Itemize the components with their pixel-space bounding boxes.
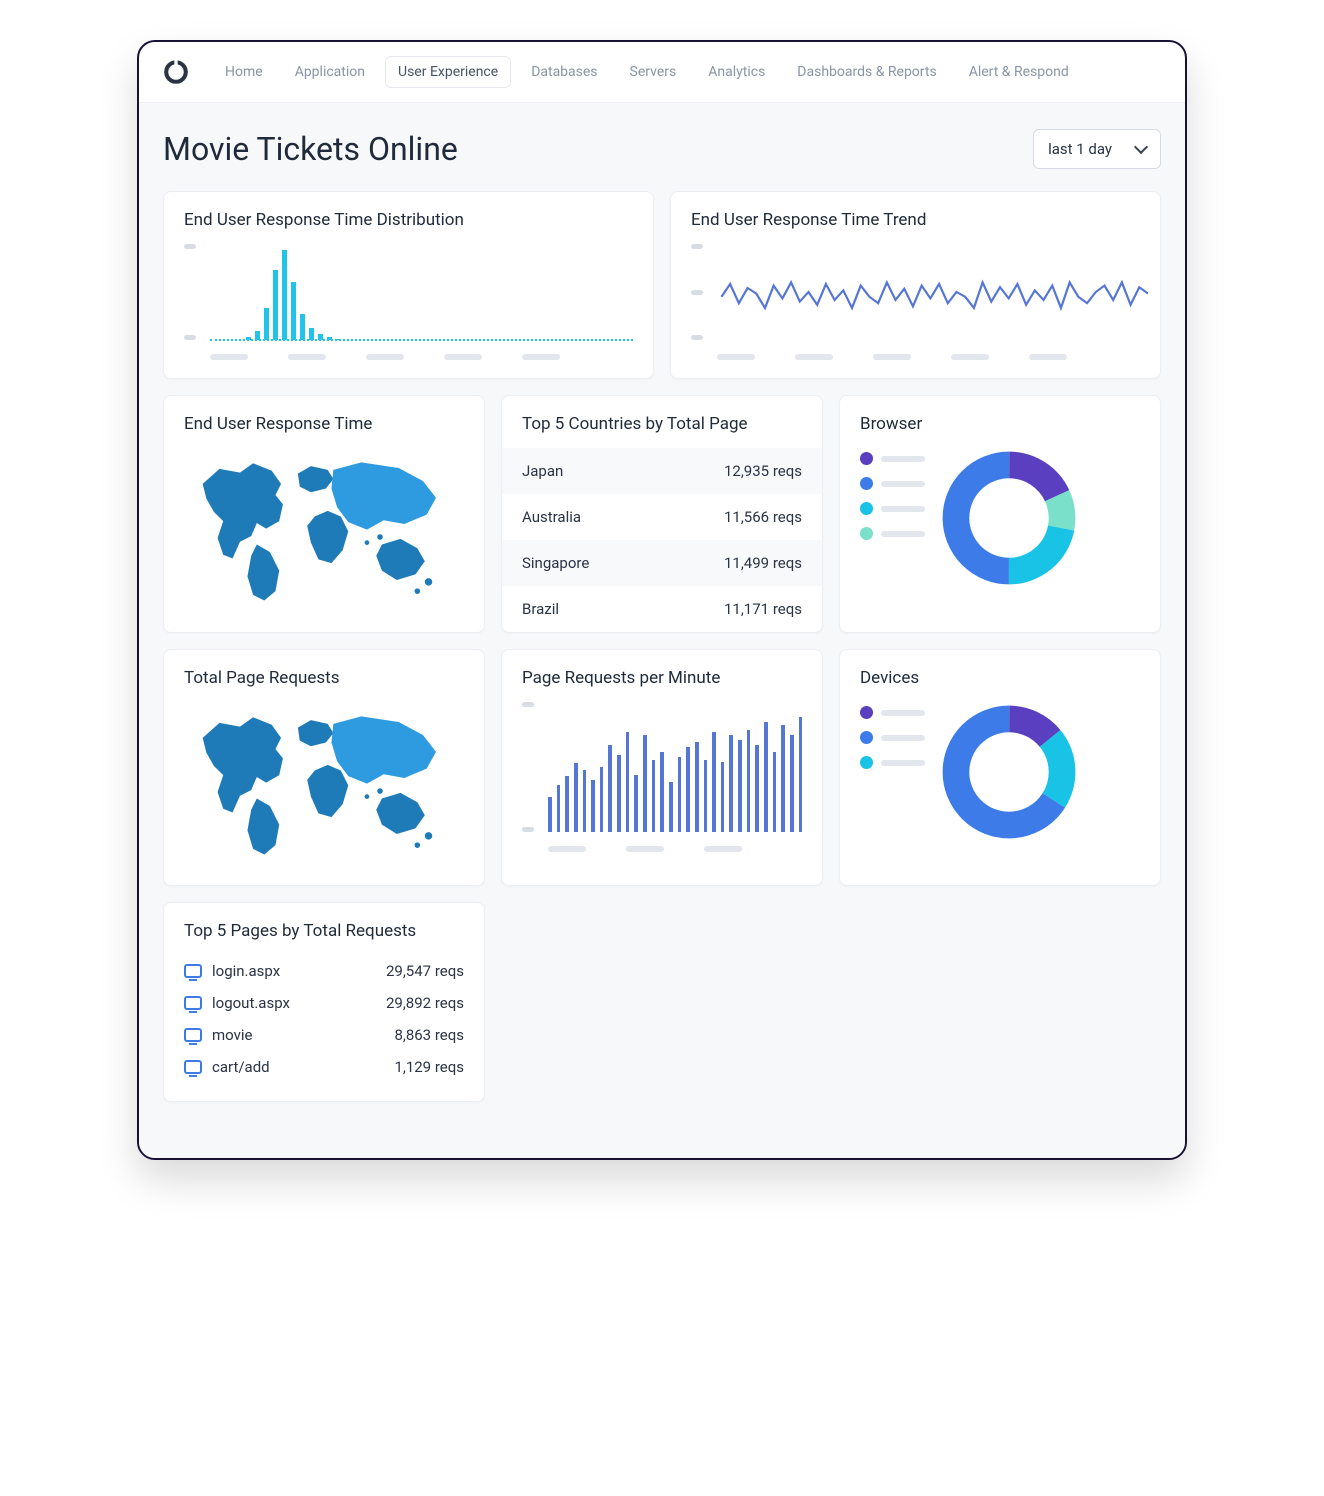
legend-item [860,756,925,769]
legend-item [860,452,925,465]
page-value: 29,547 reqs [386,962,464,980]
card-title: End User Response Time Trend [691,210,1140,230]
country-value: 11,499 reqs [724,554,802,572]
list-item[interactable]: cart/add 1,129 reqs [184,1051,464,1083]
list-item[interactable]: login.aspx 29,547 reqs [184,955,464,987]
table-row[interactable]: Singapore 11,499 reqs [502,540,822,586]
card-title: Page Requests per Minute [522,668,802,688]
country-value: 12,935 reqs [724,462,802,480]
monitor-icon [184,996,202,1010]
legend-label-placeholder [881,735,925,741]
card-response-map: End User Response Time [163,395,485,633]
nav-item-application[interactable]: Application [283,57,377,87]
legend-item [860,731,925,744]
legend-dot-icon [860,452,873,465]
country-name: Australia [522,508,581,526]
list-item[interactable]: logout.aspx 29,892 reqs [184,987,464,1019]
rpm-chart [522,702,802,832]
legend-item [860,502,925,515]
legend-label-placeholder [881,506,925,512]
world-map-icon [184,448,464,613]
top-nav: Home Application User Experience Databases S… [139,42,1185,103]
page-title: Movie Tickets Online [163,130,458,168]
card-top-countries: Top 5 Countries by Total Page Japan 12,93… [501,395,823,633]
card-total-requests-map: Total Page Requests [163,649,485,886]
dist-chart [184,244,633,340]
nav-item-servers[interactable]: Servers [618,57,689,87]
page-name: cart/add [212,1058,270,1076]
legend-dot-icon [860,527,873,540]
monitor-icon [184,964,202,978]
monitor-icon [184,1028,202,1042]
legend-item [860,477,925,490]
page-value: 1,129 reqs [394,1058,464,1076]
card-title: Total Page Requests [184,668,464,688]
table-row[interactable]: Brazil 11,171 reqs [502,586,822,632]
world-map-icon [184,702,464,867]
country-value: 11,566 reqs [724,508,802,526]
country-name: Singapore [522,554,589,572]
time-range-select[interactable]: last 1 day [1033,129,1161,169]
time-range-label: last 1 day [1048,140,1112,158]
card-title: Top 5 Countries by Total Page [502,414,822,434]
card-title: Devices [860,668,1140,688]
monitor-icon [184,1060,202,1074]
legend-label-placeholder [881,760,925,766]
card-title: End User Response Time Distribution [184,210,633,230]
legend-dot-icon [860,706,873,719]
card-browser: Browser [839,395,1161,633]
country-name: Brazil [522,600,559,618]
nav-item-alert-respond[interactable]: Alert & Respond [957,57,1081,87]
nav-item-user-experience[interactable]: User Experience [385,56,511,88]
card-requests-per-minute: Page Requests per Minute [501,649,823,886]
page-value: 8,863 reqs [394,1026,464,1044]
card-response-distribution: End User Response Time Distribution [163,191,654,379]
legend-label-placeholder [881,710,925,716]
card-devices: Devices [839,649,1161,886]
app-frame: Home Application User Experience Databases S… [137,40,1187,1160]
legend-dot-icon [860,502,873,515]
nav-item-databases[interactable]: Databases [519,57,609,87]
card-response-trend: End User Response Time Trend [670,191,1161,379]
country-value: 11,171 reqs [724,600,802,618]
card-title: Browser [860,414,1140,434]
page-value: 29,892 reqs [386,994,464,1012]
page-name: logout.aspx [212,994,290,1012]
list-item[interactable]: movie 8,863 reqs [184,1019,464,1051]
trend-chart [691,244,1140,340]
page-name: login.aspx [212,962,280,980]
nav-item-home[interactable]: Home [213,57,275,87]
card-top-pages: Top 5 Pages by Total Requests login.aspx… [163,902,485,1102]
page-header: Movie Tickets Online last 1 day [163,129,1161,169]
page-body: Movie Tickets Online last 1 day End User… [139,103,1185,1158]
country-name: Japan [522,462,563,480]
legend-dot-icon [860,477,873,490]
nav-item-dashboards-reports[interactable]: Dashboards & Reports [785,57,948,87]
page-name: movie [212,1026,252,1044]
chevron-down-icon [1134,140,1148,154]
logo-icon [163,59,189,85]
card-title: Top 5 Pages by Total Requests [184,921,464,941]
card-title: End User Response Time [184,414,464,434]
legend-dot-icon [860,756,873,769]
legend-item [860,527,925,540]
table-row[interactable]: Australia 11,566 reqs [502,494,822,540]
legend-label-placeholder [881,531,925,537]
legend-label-placeholder [881,481,925,487]
legend-dot-icon [860,731,873,744]
legend-item [860,706,925,719]
legend-label-placeholder [881,456,925,462]
table-row[interactable]: Japan 12,935 reqs [502,448,822,494]
nav-item-analytics[interactable]: Analytics [696,57,777,87]
